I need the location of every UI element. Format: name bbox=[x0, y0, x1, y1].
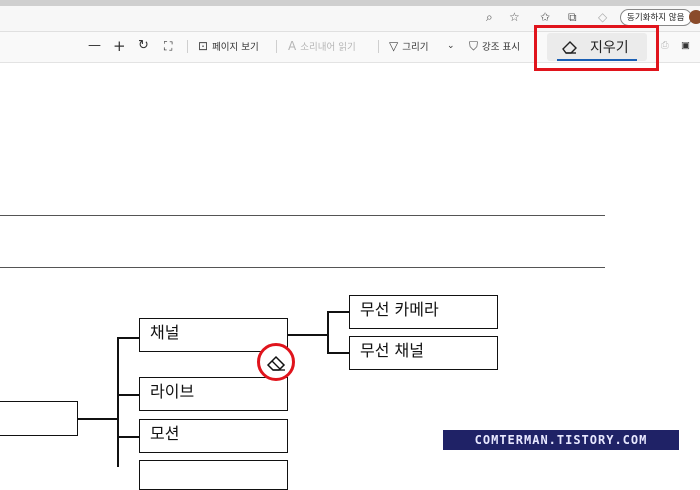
node-motion: 모션 bbox=[139, 419, 288, 453]
zoom-in-button[interactable]: + bbox=[113, 31, 126, 61]
page-view-button[interactable]: ⊡ 페이지 보기 bbox=[198, 31, 259, 61]
watermark: COMTERMAN.TISTORY.COM bbox=[443, 430, 679, 450]
sync-button[interactable]: 동기화하지 않음 bbox=[620, 9, 692, 26]
save-icon[interactable]: ▣ bbox=[681, 31, 690, 61]
rotate-icon[interactable]: ↻ bbox=[138, 31, 149, 61]
eraser-cursor-icon bbox=[266, 355, 286, 371]
chevron-down-icon[interactable]: ⌄ bbox=[447, 31, 455, 61]
toolbar-divider bbox=[187, 40, 188, 53]
connector-line bbox=[327, 311, 349, 313]
draw-label: 그리기 bbox=[402, 42, 429, 53]
read-aloud-label: 소리내어 읽기 bbox=[300, 42, 356, 53]
read-aloud-button[interactable]: A 소리내어 읽기 bbox=[288, 31, 356, 61]
connector-line bbox=[78, 418, 118, 420]
favorite-star-icon[interactable]: ☆ bbox=[509, 8, 520, 26]
subnode-wireless-channel: 무선 채널 bbox=[349, 336, 498, 370]
node-live: 라이브 bbox=[139, 377, 288, 411]
connector-line bbox=[327, 311, 329, 353]
connector-line bbox=[117, 394, 139, 396]
zoom-icon[interactable]: ⌕ bbox=[486, 8, 493, 26]
draw-icon: ▽ bbox=[389, 39, 399, 53]
eraser-cursor-highlight bbox=[257, 343, 295, 381]
subnode-wireless-camera: 무선 카메라 bbox=[349, 295, 498, 329]
connector-line bbox=[117, 337, 119, 467]
connector-line bbox=[288, 334, 328, 336]
connector-line bbox=[327, 352, 349, 354]
favorites-list-icon[interactable]: ✩ bbox=[540, 8, 550, 26]
fit-page-icon[interactable]: ⛶ bbox=[164, 31, 172, 61]
toolbar-divider bbox=[276, 40, 277, 53]
page-view-icon: ⊡ bbox=[198, 39, 209, 53]
root-node bbox=[0, 401, 78, 436]
print-icon[interactable]: ⎙ bbox=[661, 31, 669, 61]
zoom-out-button[interactable]: — bbox=[88, 31, 101, 61]
connector-line bbox=[117, 436, 139, 438]
extension-icon[interactable]: ◇ bbox=[598, 8, 607, 26]
highlight-label: 강조 표시 bbox=[482, 42, 520, 53]
page-view-label: 페이지 보기 bbox=[212, 42, 259, 53]
draw-button[interactable]: ▽ 그리기 bbox=[389, 31, 428, 61]
highlight-icon: ⛉ bbox=[469, 39, 479, 53]
avatar[interactable] bbox=[689, 10, 700, 24]
read-aloud-icon: A bbox=[288, 39, 297, 53]
horizontal-rule bbox=[0, 215, 605, 216]
horizontal-rule bbox=[0, 267, 605, 268]
highlight-button[interactable]: ⛉ 강조 표시 bbox=[469, 31, 520, 61]
node-partial bbox=[139, 460, 288, 490]
connector-line bbox=[117, 337, 139, 339]
highlight-box bbox=[534, 25, 659, 71]
collections-icon[interactable]: ⧉ bbox=[568, 8, 577, 26]
toolbar-divider bbox=[378, 40, 379, 53]
